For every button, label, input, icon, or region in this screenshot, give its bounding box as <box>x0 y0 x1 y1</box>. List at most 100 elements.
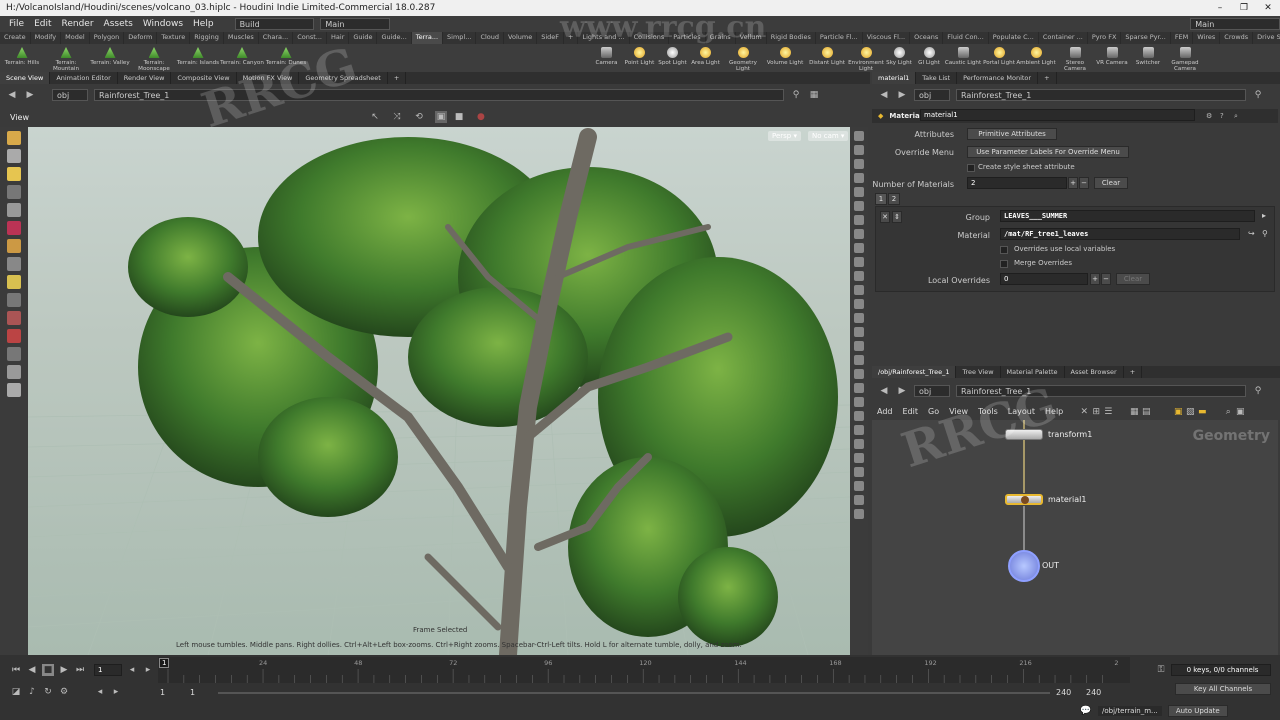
tab-render-view[interactable]: Render View <box>118 72 172 84</box>
tab-take-list[interactable]: Take List <box>916 72 958 84</box>
select-tool-icon[interactable] <box>7 131 21 145</box>
display-option-icon[interactable] <box>854 257 864 267</box>
snap-tool-icon[interactable] <box>7 329 21 343</box>
next-key-icon[interactable]: ▸ <box>110 686 122 698</box>
persp-menu[interactable]: Persp ▾ <box>768 131 801 141</box>
display-option-icon[interactable] <box>854 215 864 225</box>
local-overrides-field[interactable]: 0 <box>1000 273 1088 285</box>
menu-file[interactable]: File <box>4 19 29 29</box>
display-option-icon[interactable] <box>854 341 864 351</box>
multiparm-tab-2[interactable]: 2 <box>888 193 900 205</box>
shelf-tab-drive-sim[interactable]: Drive Sim... <box>1253 32 1280 44</box>
shelf-tab-container-tools[interactable]: Container ... <box>1039 32 1088 44</box>
prev-key-icon[interactable]: ◂ <box>94 686 106 698</box>
tab-asset-browser[interactable]: Asset Browser <box>1065 366 1124 378</box>
forward-arrow-icon[interactable]: ▶ <box>896 89 908 101</box>
pin-icon[interactable]: ⚲ <box>790 89 802 101</box>
tool-gamepad-camera[interactable]: Gamepad Camera <box>1166 44 1204 72</box>
sticky-icon[interactable]: ▣ <box>1172 406 1184 418</box>
scene-viewport[interactable]: Persp ▾ No cam ▾ <box>28 127 850 655</box>
shelf-tab-terrain[interactable]: Terra... <box>411 32 444 44</box>
tab-tree-view[interactable]: Tree View <box>956 366 1001 378</box>
shelf-tab-guide[interactable]: Guide <box>349 32 378 44</box>
shelf-tab-constraints[interactable]: Const... <box>293 32 328 44</box>
tab-geometry-spreadsheet[interactable]: Geometry Spreadsheet <box>299 72 388 84</box>
wrench-icon[interactable]: ✕ <box>1078 406 1090 418</box>
material-field[interactable]: /mat/RF_tree1_leaves <box>1000 228 1240 240</box>
tool-terrain-mountain[interactable]: Terrain: Mountain <box>44 44 88 72</box>
ghost-icon[interactable]: ■ <box>453 111 465 123</box>
path-context[interactable]: obj <box>52 89 88 101</box>
shelf-tab-crowds[interactable]: Crowds <box>1220 32 1254 44</box>
tab-add[interactable]: + <box>1124 366 1143 378</box>
decrement-button[interactable]: − <box>1101 273 1111 285</box>
path-node[interactable]: Rainforest_Tree_1 <box>94 89 784 101</box>
stop-icon[interactable]: ■ <box>42 664 54 676</box>
tab-motion-fx-view[interactable]: Motion FX View <box>237 72 300 84</box>
record-icon[interactable]: ● <box>475 111 487 123</box>
image-icon[interactable]: ▣ <box>1234 406 1246 418</box>
image-icon[interactable]: ▧ <box>1184 406 1196 418</box>
tool-area-light[interactable]: Area Light <box>689 44 722 72</box>
menu-layout[interactable]: Layout <box>1003 407 1040 416</box>
tool-ambient-light[interactable]: Ambient Light <box>1016 44 1056 72</box>
tool-switcher[interactable]: Switcher <box>1130 44 1166 72</box>
remove-instance-button[interactable]: ✕ <box>880 211 890 223</box>
maximize-button[interactable]: ❐ <box>1232 3 1256 13</box>
override-menu[interactable]: Use Parameter Labels For Override Menu <box>967 146 1129 158</box>
shelf-tab-hair[interactable]: Hair <box>327 32 350 44</box>
tool-vr-camera[interactable]: VR Camera <box>1094 44 1130 72</box>
tool-caustic-light[interactable]: Caustic Light <box>944 44 982 72</box>
desktop-build-dropdown[interactable]: Build <box>234 18 315 30</box>
search-icon[interactable]: ⌕ <box>1222 406 1234 418</box>
node-out[interactable] <box>1008 550 1040 582</box>
group-select-icon[interactable]: ▸ <box>1262 211 1266 220</box>
tool-spot-light[interactable]: Spot Light <box>656 44 689 72</box>
shelf-tab-create[interactable]: Create <box>0 32 31 44</box>
select-tool-icon[interactable]: ↖ <box>369 111 381 123</box>
tool-point-light[interactable]: Point Light <box>623 44 656 72</box>
tool-sky-light[interactable]: Sky Light <box>884 44 914 72</box>
desktop-main-dropdown[interactable]: Main <box>320 18 391 30</box>
num-materials-field[interactable]: 2 <box>967 177 1067 189</box>
move-tool-icon[interactable] <box>7 149 21 163</box>
step-forward-icon[interactable]: ▸ <box>142 664 154 676</box>
tab-add[interactable]: + <box>388 72 407 84</box>
key-all-channels-button[interactable]: Key All Channels <box>1175 683 1271 695</box>
playback-end-field[interactable]: 240 <box>1056 688 1071 697</box>
display-option-icon[interactable] <box>854 187 864 197</box>
magnet-tool-icon[interactable] <box>7 311 21 325</box>
desktop-right-dropdown[interactable]: Main <box>1190 18 1280 30</box>
realtime-icon[interactable]: ◪ <box>10 686 22 698</box>
display-option-icon[interactable] <box>854 131 864 141</box>
menu-render[interactable]: Render <box>57 19 99 29</box>
menu-assets[interactable]: Assets <box>99 19 138 29</box>
forward-arrow-icon[interactable]: ▶ <box>896 385 908 397</box>
tool-terrain-dunes[interactable]: Terrain: Dunes <box>264 44 308 72</box>
shelf-tab-polygon[interactable]: Polygon <box>90 32 125 44</box>
merge-overrides-checkbox[interactable] <box>1000 260 1008 268</box>
snap-icon[interactable]: ⟲ <box>413 111 425 123</box>
menu-tools[interactable]: Tools <box>973 407 1003 416</box>
display-option-icon[interactable] <box>854 383 864 393</box>
tab-scene-view[interactable]: Scene View <box>0 72 51 84</box>
shelf-tab-volume[interactable]: Volume <box>504 32 538 44</box>
menu-edit[interactable]: Edit <box>898 407 924 416</box>
tool-terrain-valley[interactable]: Terrain: Valley <box>88 44 132 72</box>
tab-material-palette[interactable]: Material Palette <box>1001 366 1065 378</box>
shelf-tab-character[interactable]: Chara... <box>259 32 294 44</box>
shelf-tab-guide-process[interactable]: Guide... <box>377 32 412 44</box>
pin-icon[interactable]: ⚲ <box>1252 89 1264 101</box>
choose-material-icon[interactable]: ⚲ <box>1262 229 1268 238</box>
shelf-tab-texture[interactable]: Texture <box>157 32 191 44</box>
path-node[interactable]: Rainforest_Tree_1 <box>956 89 1246 101</box>
folder-icon[interactable]: ▬ <box>1196 406 1208 418</box>
display-option-icon[interactable] <box>854 495 864 505</box>
brush-tool-icon[interactable] <box>7 239 21 253</box>
increment-button[interactable]: + <box>1090 273 1100 285</box>
network-editor[interactable]: Geometry transform1 material1 OUT <box>872 420 1278 655</box>
key-icon[interactable]: ⚿ <box>1155 664 1167 676</box>
range-slider[interactable] <box>218 692 1050 694</box>
pin-icon[interactable]: ⚲ <box>1252 385 1264 397</box>
shelf-tab-pyro-fx[interactable]: Pyro FX <box>1088 32 1122 44</box>
